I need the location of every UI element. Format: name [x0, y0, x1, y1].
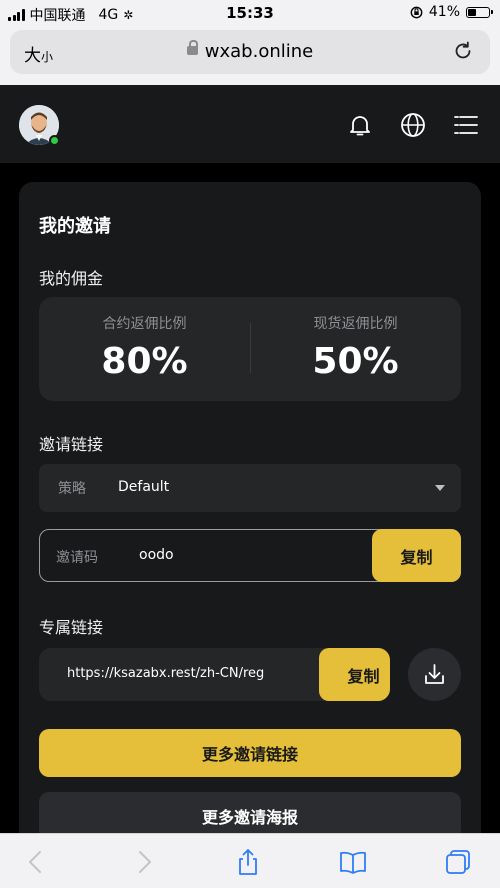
orientation-lock-icon [410, 6, 423, 18]
copy-code-button[interactable]: 复制 [372, 529, 461, 582]
exclusive-link-label: 专属链接 [39, 618, 104, 637]
tabs-icon[interactable] [444, 848, 472, 876]
contract-rate-value: 80% [101, 341, 188, 382]
status-right: 41% [410, 4, 493, 20]
page-title: 我的邀请 [39, 216, 111, 237]
download-button[interactable] [408, 648, 461, 701]
back-icon[interactable] [22, 848, 50, 876]
spot-rate-label: 现货返佣比例 [313, 316, 398, 332]
app-header [0, 85, 500, 163]
globe-icon[interactable] [399, 111, 427, 139]
strategy-select[interactable]: 策略 Default [39, 464, 461, 512]
url-text: wxab.online [204, 41, 314, 62]
more-invite-links-button[interactable]: 更多邀请链接 [39, 729, 461, 777]
browser-top-bar: 大小 wxab.online [0, 26, 500, 85]
contract-commission: 合约返佣比例 80% [39, 297, 250, 401]
chevron-down-icon [435, 485, 445, 491]
battery-icon [466, 6, 493, 18]
bell-icon[interactable] [346, 111, 374, 139]
spot-commission: 现货返佣比例 50% [250, 297, 461, 401]
invite-link-label: 邀请链接 [39, 435, 104, 454]
commission-label: 我的佣金 [39, 269, 104, 288]
share-icon[interactable] [234, 848, 262, 876]
commission-panel: 合约返佣比例 80% 现货返佣比例 50% [39, 297, 461, 401]
spot-rate-value: 50% [312, 341, 399, 382]
browser-toolbar [0, 833, 500, 888]
strategy-label: 策略 [58, 481, 86, 497]
strategy-value: Default [118, 479, 170, 495]
exclusive-link-field: https://ksazabx.rest/zh-CN/register?invi… [39, 648, 390, 701]
copy-link-button[interactable]: 复制 [319, 648, 390, 701]
exclusive-link-url[interactable]: https://ksazabx.rest/zh-CN/register?invi… [67, 666, 265, 681]
invite-card: 我的邀请 我的佣金 合约返佣比例 80% 现货返佣比例 50% 邀请链接 策略 … [19, 182, 481, 882]
invite-code-field: 邀请码 oodo 复制 [39, 529, 461, 582]
invite-code-value[interactable]: oodo [139, 547, 174, 563]
reload-icon[interactable] [452, 40, 474, 62]
invite-code-label: 邀请码 [56, 550, 98, 566]
status-bar: 中国联通 4G ✲ 15:33 41% [0, 0, 500, 26]
lock-icon [186, 39, 198, 55]
battery-percent: 41% [428, 4, 460, 20]
avatar[interactable] [19, 105, 60, 146]
bookmarks-icon[interactable] [339, 848, 367, 876]
online-indicator [49, 135, 60, 146]
contract-rate-label: 合约返佣比例 [102, 316, 187, 332]
url-display[interactable]: wxab.online [10, 39, 490, 62]
address-bar[interactable]: 大小 wxab.online [10, 30, 490, 74]
menu-icon[interactable] [452, 111, 480, 139]
download-icon [425, 664, 444, 684]
forward-icon[interactable] [130, 848, 158, 876]
